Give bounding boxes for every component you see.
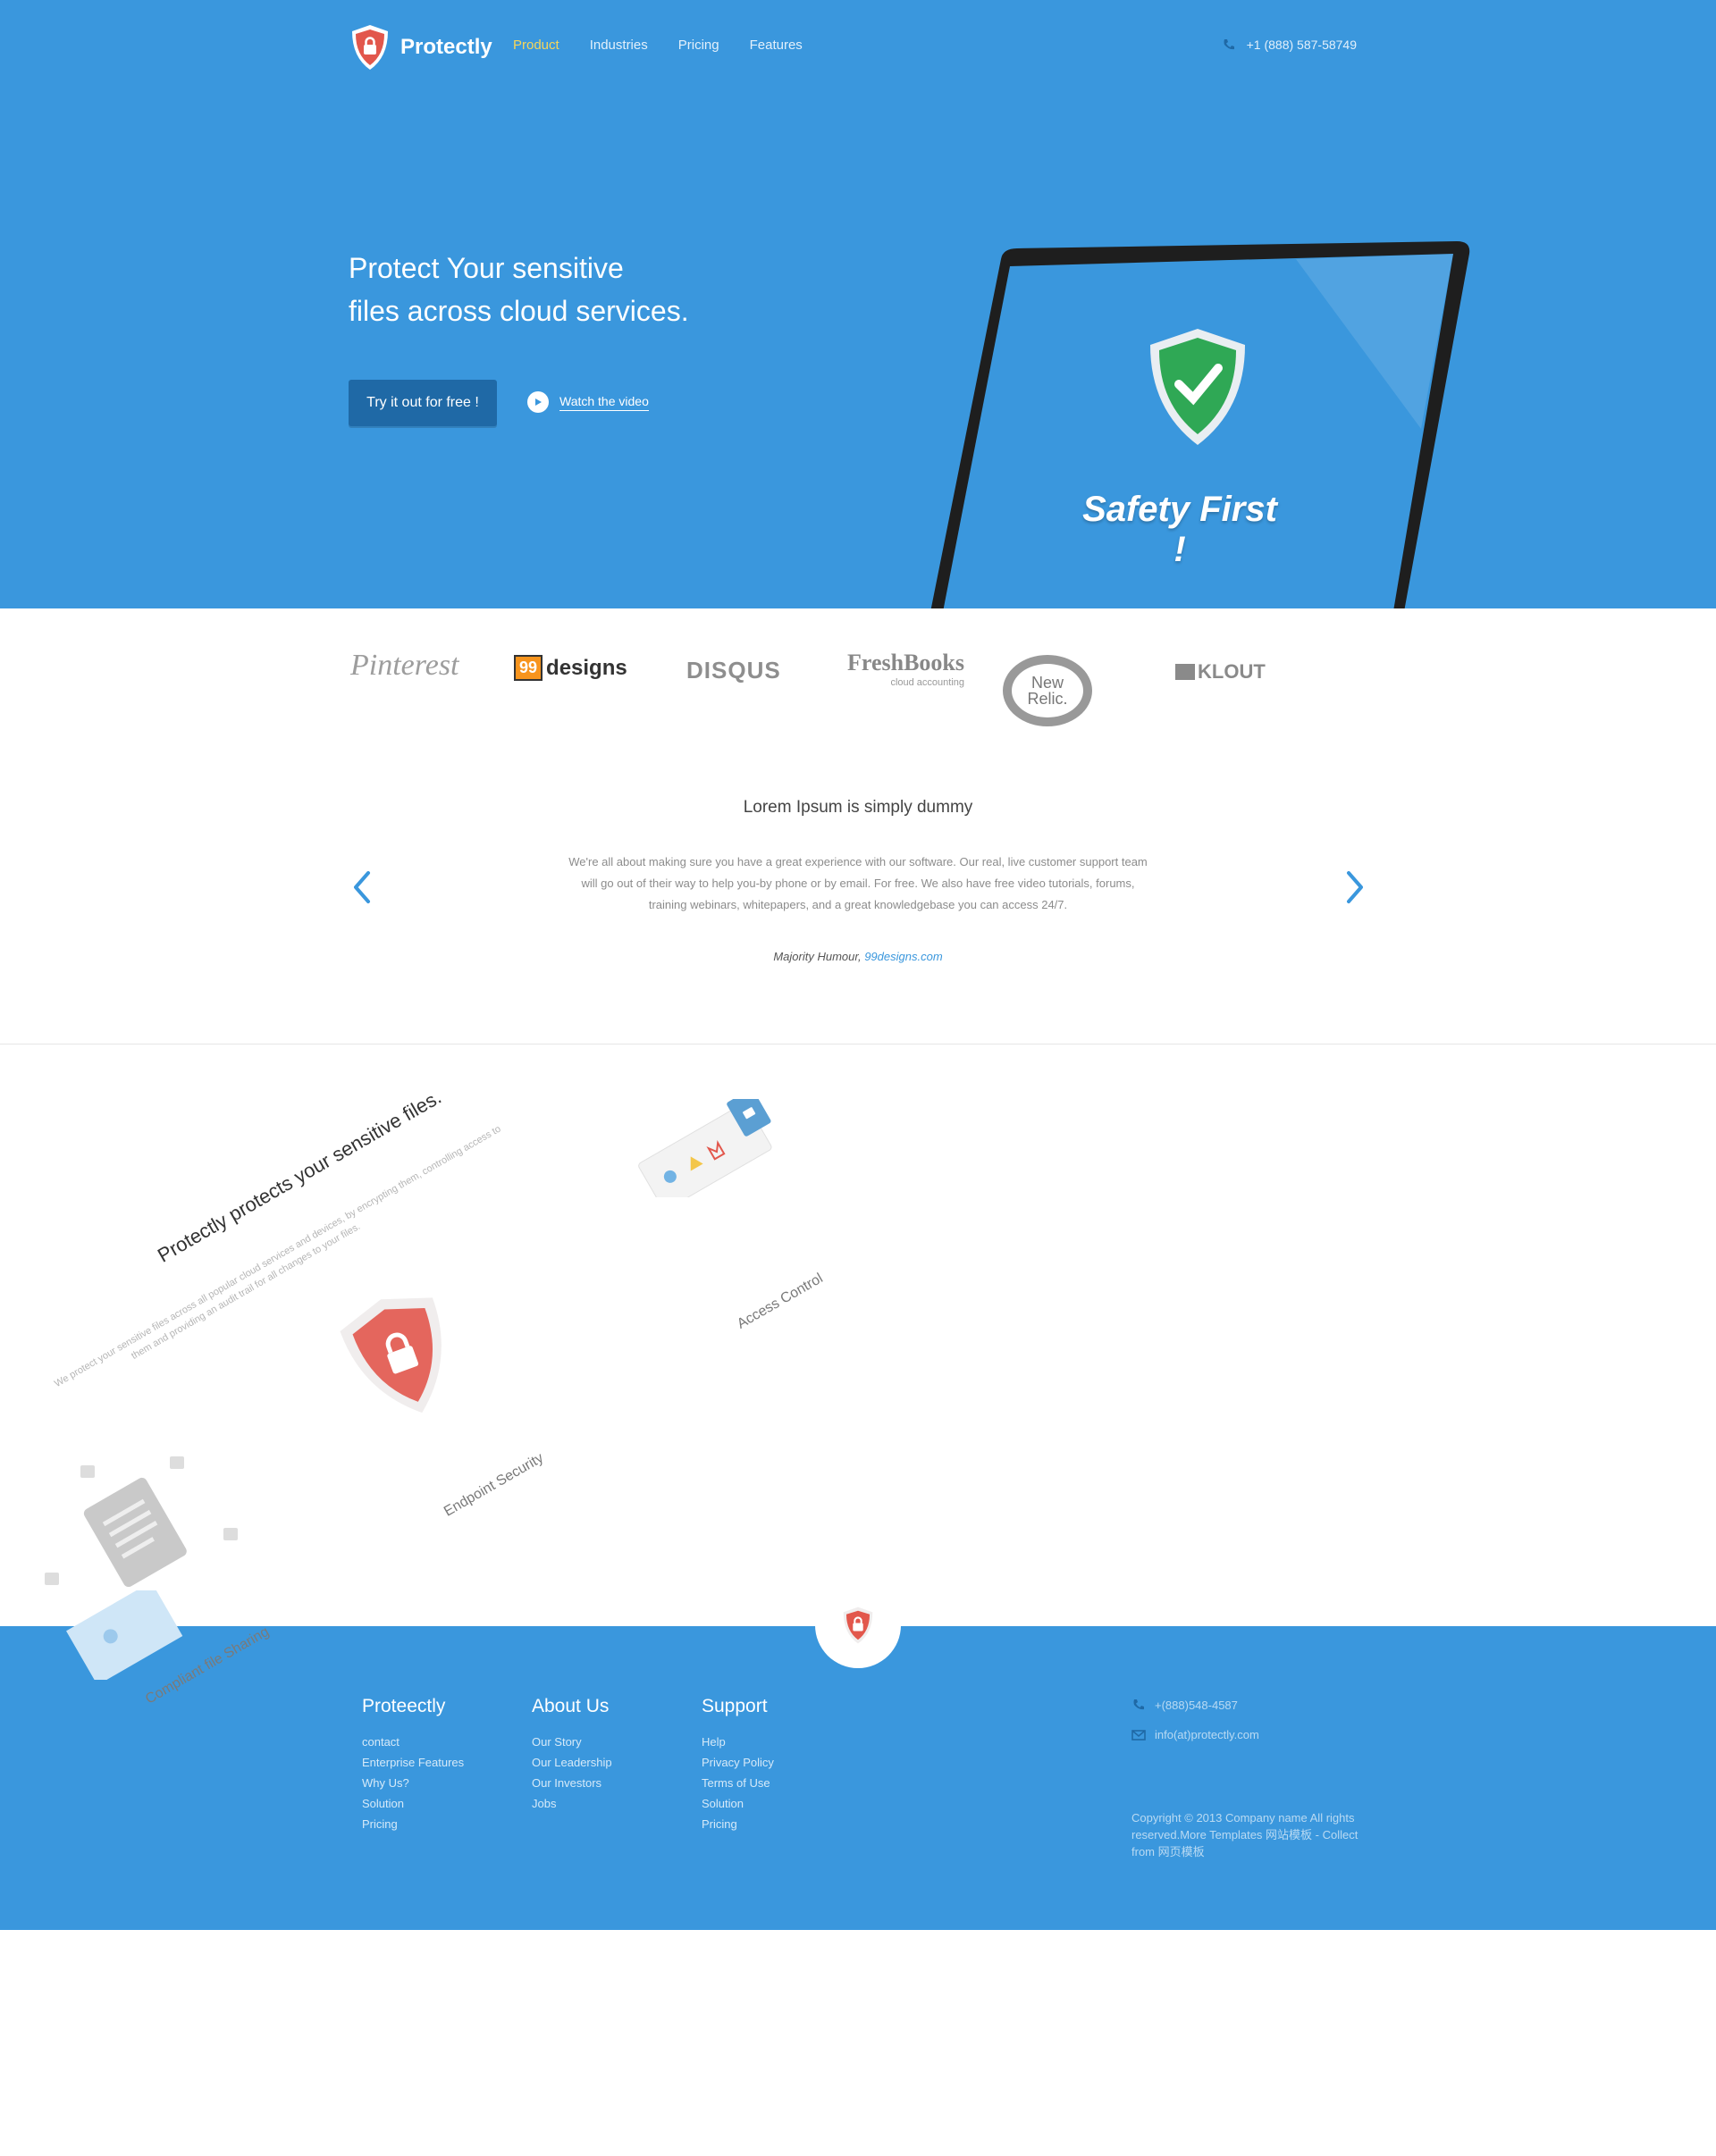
hero-title: Protect Your sensitive files across clou… <box>349 247 813 332</box>
footer-link-enterprise[interactable]: Enterprise Features <box>362 1752 464 1773</box>
header-phone: +1 (888) 587-58749 <box>1222 38 1357 52</box>
mail-icon <box>1131 1729 1146 1741</box>
footer-col-protectly: Proteectly contact Enterprise Features W… <box>362 1696 464 1834</box>
nav-pricing[interactable]: Pricing <box>678 38 719 53</box>
shared-file-icon <box>66 1590 183 1680</box>
play-icon <box>527 391 549 413</box>
endpoint-security-label: Endpoint Security <box>442 1450 547 1520</box>
watch-video-label: Watch the video <box>559 394 649 411</box>
footer-link-why-us[interactable]: Why Us? <box>362 1773 464 1793</box>
brand-name: Protectly <box>400 35 492 59</box>
footer-email-row: info(at)protectly.com <box>1131 1728 1259 1741</box>
footer: Proteectly contact Enterprise Features W… <box>0 1626 1716 1930</box>
partners-strip: Pinterest 99 designs DISQUS FreshBooks c… <box>0 608 1716 751</box>
footer-link-our-story[interactable]: Our Story <box>532 1732 612 1752</box>
newrelic-line1: New <box>1030 674 1064 692</box>
newrelic-line2: Relic. <box>1027 690 1068 708</box>
author-link[interactable]: 99designs.com <box>864 950 942 963</box>
shield-logo-icon <box>843 1607 873 1644</box>
partner-newrelic-logo: New Relic. <box>1003 655 1092 726</box>
phone-number: +1 (888) 587-58749 <box>1246 38 1357 52</box>
partner-disqus-logo: DISQUS <box>686 657 781 684</box>
footer-link-help[interactable]: Help <box>702 1732 774 1752</box>
testimonial-title: Lorem Ipsum is simply dummy <box>743 798 973 817</box>
partner-klout-logo: KLOUT <box>1175 660 1266 684</box>
footer-link-pricing[interactable]: Pricing <box>702 1814 774 1834</box>
laptop-screen-text: Safety First ! <box>1082 490 1277 569</box>
freshbooks-tagline: cloud accounting <box>890 677 964 688</box>
klout-text: KLOUT <box>1198 660 1266 683</box>
partner-pinterest-logo: Pinterest <box>350 649 459 682</box>
copyright-text: Copyright © 2013 Company name All rights… <box>1131 1811 1358 1858</box>
99designs-box: 99 <box>514 655 543 681</box>
main-nav: Product Industries Pricing Features <box>513 38 833 53</box>
footer-phone-row: +(888)548-4587 <box>1131 1698 1259 1712</box>
nav-features[interactable]: Features <box>750 38 803 53</box>
footer-contact: +(888)548-4587 info(at)protectly.com <box>1131 1698 1259 1758</box>
footer-phone: +(888)548-4587 <box>1155 1698 1238 1712</box>
author-name: Majority Humour, <box>773 950 862 963</box>
footer-link-contact[interactable]: contact <box>362 1732 464 1752</box>
hero-title-line1: Protect Your sensitive <box>349 252 624 284</box>
footer-col-support: Support Help Privacy Policy Terms of Use… <box>702 1696 774 1834</box>
features-section: Protectly protects your sensitive files.… <box>0 1045 1716 1626</box>
footer-link-leadership[interactable]: Our Leadership <box>532 1752 612 1773</box>
partner-freshbooks-logo: FreshBooks cloud accounting <box>847 650 964 692</box>
footer-link-investors[interactable]: Our Investors <box>532 1773 612 1793</box>
testimonial-body: We're all about making sure you have a g… <box>568 855 1148 911</box>
footer-link-solution[interactable]: Solution <box>362 1793 464 1814</box>
phone-icon <box>1133 1699 1144 1710</box>
footer-link-solution[interactable]: Solution <box>702 1793 774 1814</box>
99designs-text: designs <box>546 655 627 680</box>
footer-logo-badge[interactable] <box>815 1582 901 1668</box>
freshbooks-name: FreshBooks <box>847 650 964 675</box>
nav-product[interactable]: Product <box>513 38 559 53</box>
try-free-button[interactable]: Try it out for free ! <box>349 380 497 426</box>
hero-section: Protectly Product Industries Pricing Fea… <box>0 0 1716 608</box>
klout-k-icon <box>1175 664 1195 680</box>
footer-col-title: Proteectly <box>362 1696 446 1716</box>
nav-industries[interactable]: Industries <box>590 38 648 53</box>
footer-link-terms[interactable]: Terms of Use <box>702 1773 774 1793</box>
testimonial-section: Lorem Ipsum is simply dummy We're all ab… <box>0 751 1716 1044</box>
footer-link-jobs[interactable]: Jobs <box>532 1793 612 1814</box>
shield-logo-icon <box>352 25 388 70</box>
footer-col-title: Support <box>702 1696 768 1716</box>
partner-99designs-logo: 99 designs <box>514 655 627 681</box>
footer-col-about: About Us Our Story Our Leadership Our In… <box>532 1696 612 1814</box>
footer-link-privacy[interactable]: Privacy Policy <box>702 1752 774 1773</box>
brand-logo[interactable]: Protectly <box>349 23 492 71</box>
cloud-services-illustration <box>638 1099 772 1197</box>
access-control-label: Access Control <box>735 1271 826 1332</box>
hero-title-line2: files across cloud services. <box>349 295 689 327</box>
testimonial-author: Majority Humour, 99designs.com <box>0 950 1716 963</box>
phone-icon <box>1224 39 1234 50</box>
chevron-right-icon[interactable] <box>1343 869 1367 905</box>
footer-email[interactable]: info(at)protectly.com <box>1155 1728 1259 1741</box>
watch-video-link[interactable]: Watch the video <box>527 391 649 413</box>
footer-col-title: About Us <box>532 1696 610 1716</box>
footer-link-pricing[interactable]: Pricing <box>362 1814 464 1834</box>
lock-shield-icon <box>340 1297 442 1414</box>
chevron-left-icon[interactable] <box>350 869 374 905</box>
features-subtitle-line2: them and providing an audit trail for al… <box>129 1221 363 1362</box>
